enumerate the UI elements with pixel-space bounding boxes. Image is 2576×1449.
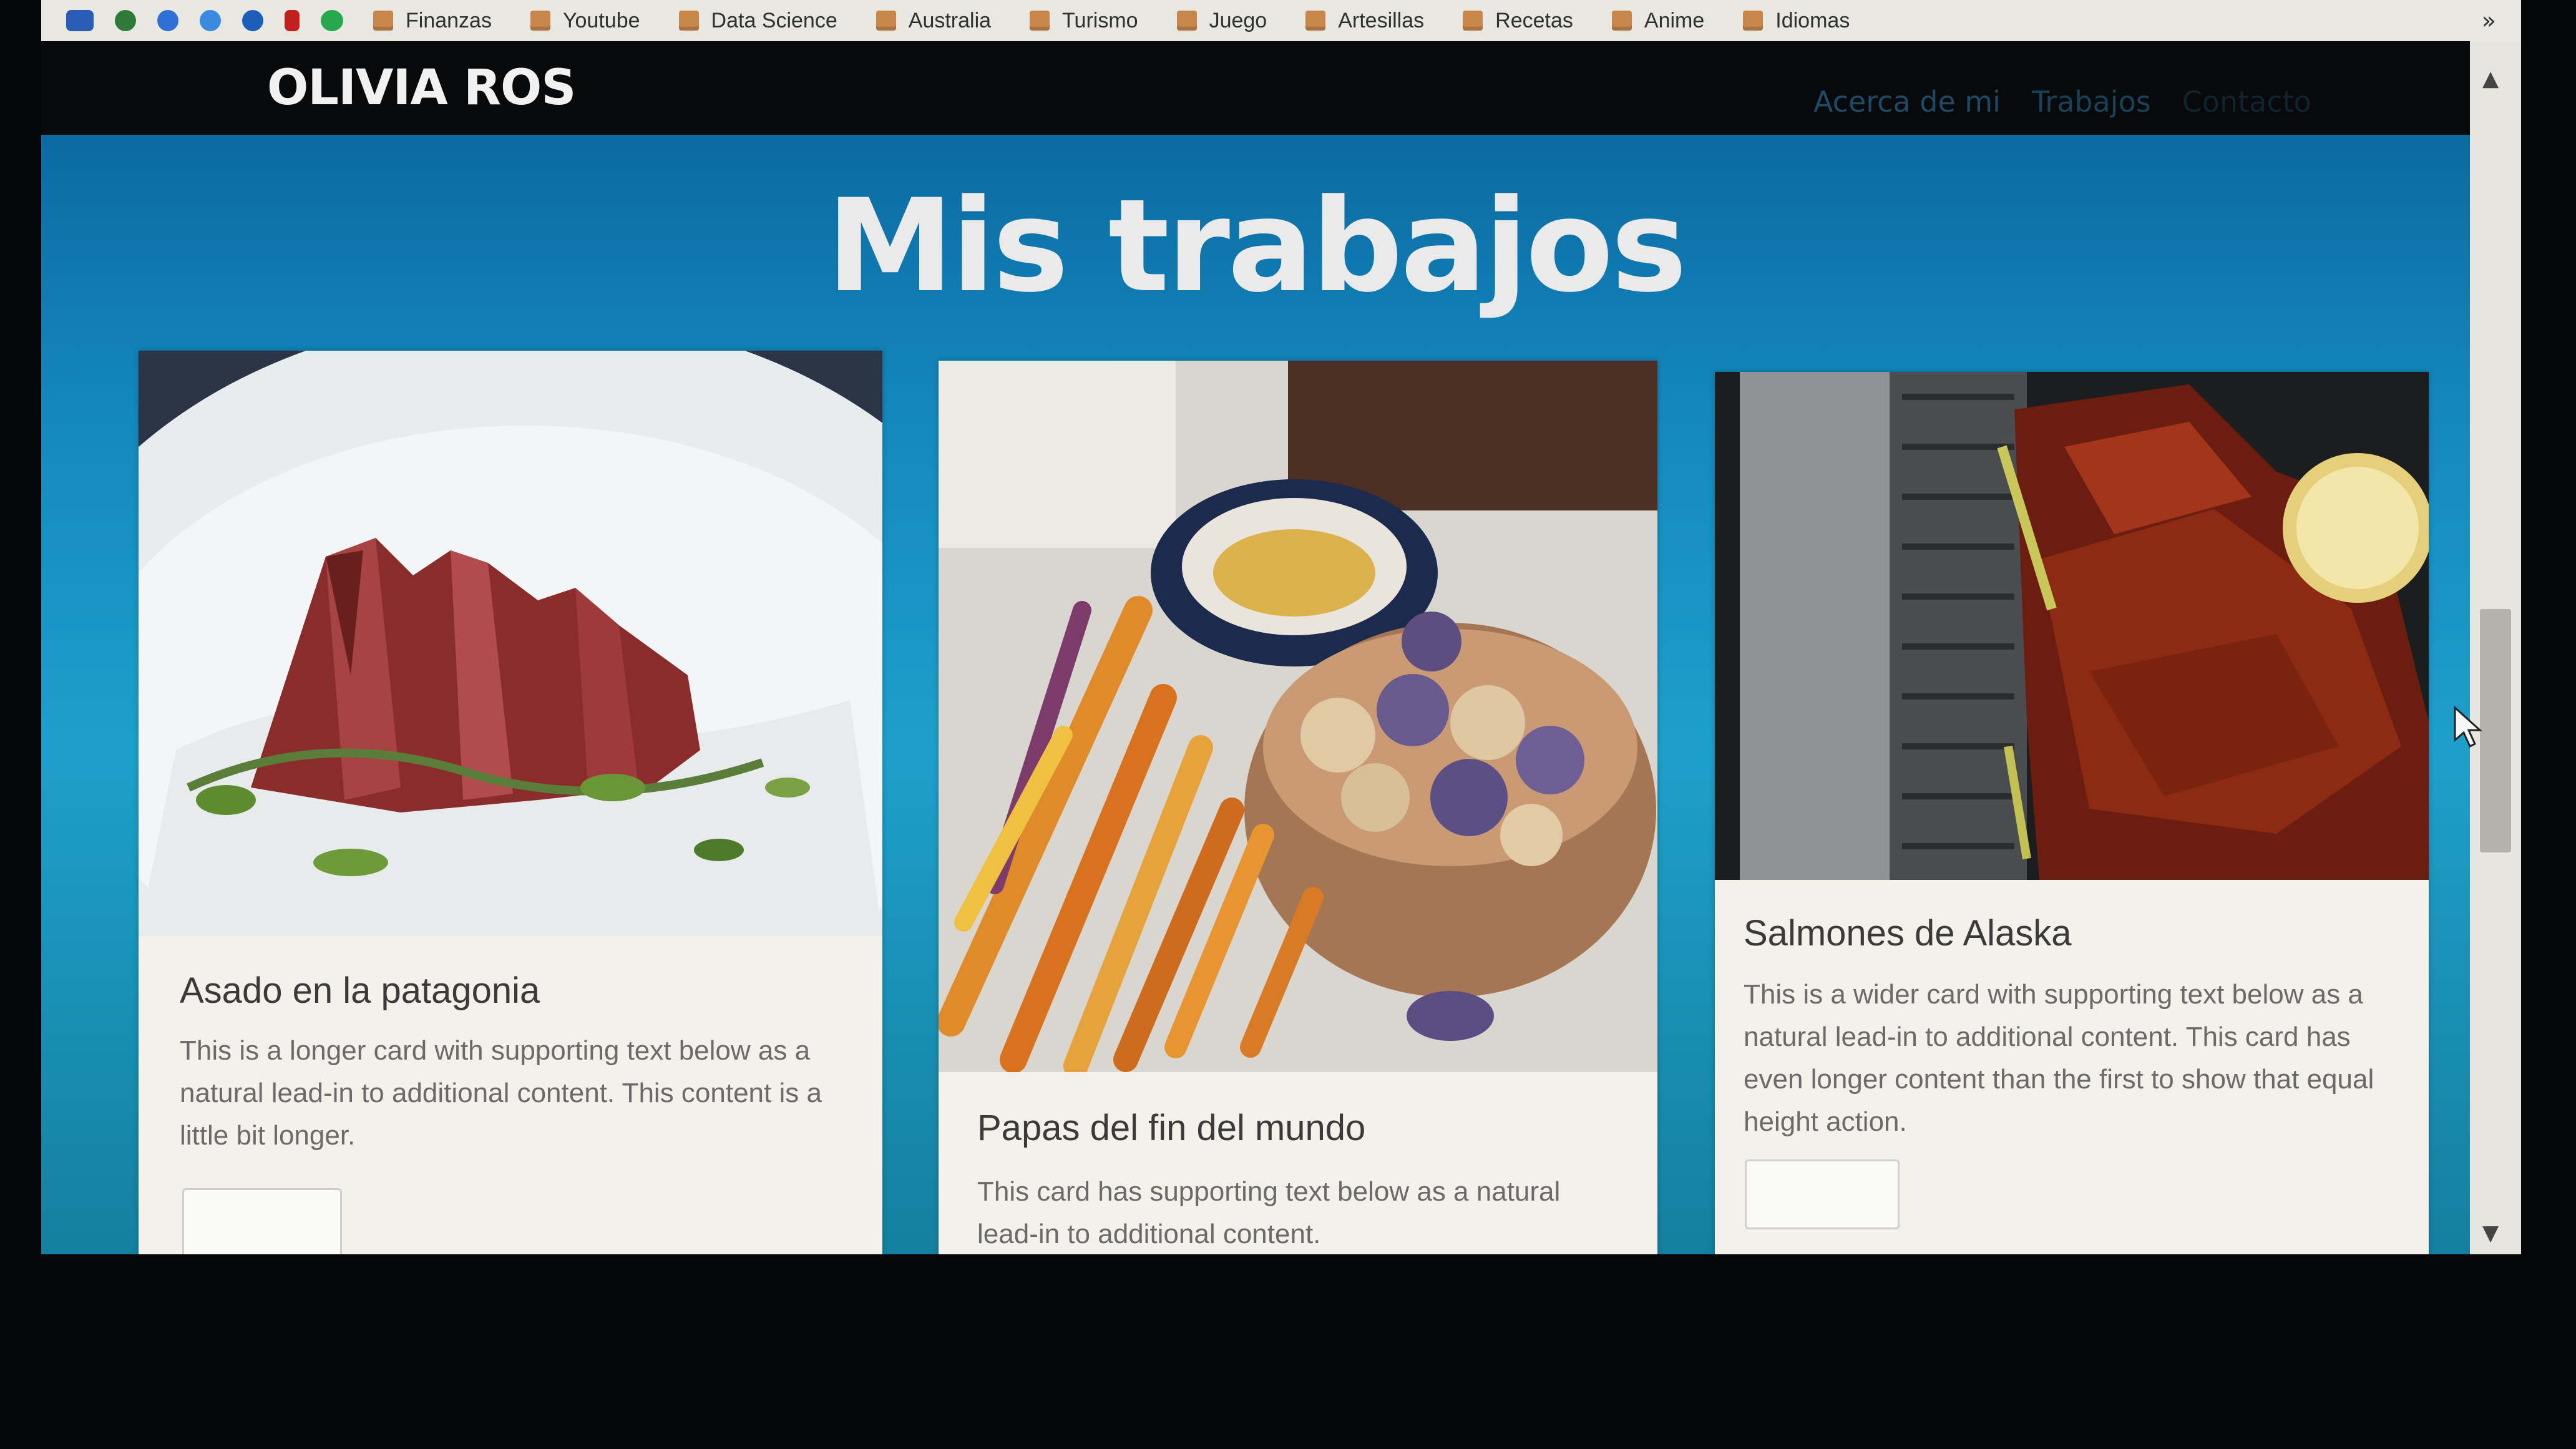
page-title: Mis trabajos (826, 172, 1687, 321)
bookmark-label: Youtube (562, 8, 640, 32)
nav-link-acerca[interactable]: Acerca de mi (1813, 85, 2001, 119)
card-title: Papas del fin del mundo (977, 1108, 1366, 1148)
site-navbar: OLIVIA ROS Acerca de mi Trabajos Contact… (41, 41, 2470, 135)
site-brand[interactable]: OLIVIA ROS (267, 60, 576, 116)
bookmarks-overflow-chevron-icon[interactable]: » (2482, 7, 2496, 34)
netflix-icon[interactable] (285, 10, 300, 31)
folder-icon (876, 11, 896, 31)
card-papas: Papas del fin del mundo This card has su… (939, 361, 1657, 1254)
spotify-icon[interactable] (321, 10, 343, 31)
bookmark-finanzas[interactable]: Finanzas (364, 9, 500, 33)
app-icon[interactable] (66, 10, 94, 31)
app-icon[interactable] (115, 10, 136, 31)
card-button[interactable] (182, 1188, 342, 1254)
bookmark-youtube[interactable]: Youtube (522, 9, 649, 33)
app-icon[interactable] (157, 10, 178, 31)
bookmark-label: Juego (1209, 8, 1267, 32)
browser-window: Finanzas Youtube Data Science Australia … (41, 0, 2521, 1254)
nav-link-contacto[interactable]: Contacto (2182, 85, 2311, 119)
folder-icon (678, 11, 699, 31)
folder-icon (530, 11, 550, 31)
nav-links: Acerca de mi Trabajos Contacto (1813, 85, 2311, 119)
bookmark-label: Artesillas (1338, 8, 1425, 32)
bookmark-anime[interactable]: Anime (1603, 9, 1713, 33)
folder-icon (373, 11, 393, 31)
folder-icon (1305, 11, 1326, 31)
salmon-photo (1715, 372, 2429, 880)
card-asado: Asado en la patagonia This is a longer c… (139, 351, 882, 1254)
page-scrollbar[interactable]: ▲ ▼ (2470, 41, 2521, 1254)
scroll-up-icon[interactable]: ▲ (2482, 66, 2499, 91)
folder-icon (1743, 11, 1764, 31)
bookmark-label: Australia (908, 8, 992, 32)
card-text: This card has supporting text below as a… (977, 1176, 1561, 1249)
bookmark-idiomas[interactable]: Idiomas (1734, 9, 1858, 33)
mouse-cursor-icon (2454, 705, 2482, 748)
bookmark-label: Recetas (1495, 8, 1573, 32)
bookmark-juego[interactable]: Juego (1168, 9, 1276, 33)
card-text: This is a longer card with supporting te… (180, 1035, 822, 1151)
scroll-down-icon[interactable]: ▼ (2482, 1221, 2499, 1246)
bookmark-data-science[interactable]: Data Science (670, 9, 846, 33)
bookmark-label: Idiomas (1775, 8, 1850, 32)
bookmark-label: Turismo (1062, 8, 1138, 32)
folder-icon (1611, 11, 1632, 31)
twitter-icon[interactable] (200, 10, 221, 31)
bookmark-australia[interactable]: Australia (867, 9, 1000, 33)
bookmark-label: Anime (1644, 8, 1705, 32)
folder-icon (1463, 11, 1483, 31)
works-section: Mis trabajos Asado en la patagonia This … (41, 135, 2470, 1254)
scroll-thumb[interactable] (2480, 609, 2511, 852)
bookmark-label: Data Science (711, 8, 837, 32)
steak-photo (139, 351, 882, 936)
folder-icon (1030, 11, 1050, 31)
bookmark-label: Finanzas (406, 8, 492, 32)
bookmark-turismo[interactable]: Turismo (1021, 9, 1147, 33)
card-title: Asado en la patagonia (180, 970, 540, 1011)
card-button[interactable] (1745, 1159, 1900, 1229)
card-salmones: Salmones de Alaska This is a wider card … (1715, 372, 2429, 1254)
bookmarks-bar: Finanzas Youtube Data Science Australia … (41, 0, 2521, 43)
nav-link-trabajos[interactable]: Trabajos (2032, 85, 2151, 119)
bookmark-artesillas[interactable]: Artesillas (1297, 9, 1433, 33)
bookmark-recetas[interactable]: Recetas (1454, 9, 1582, 33)
card-text: This is a wider card with supporting tex… (1744, 979, 2374, 1137)
folder-icon (1176, 11, 1197, 31)
app-icon[interactable] (242, 10, 263, 31)
vegetables-photo (939, 361, 1657, 1072)
card-title: Salmones de Alaska (1744, 913, 2072, 954)
